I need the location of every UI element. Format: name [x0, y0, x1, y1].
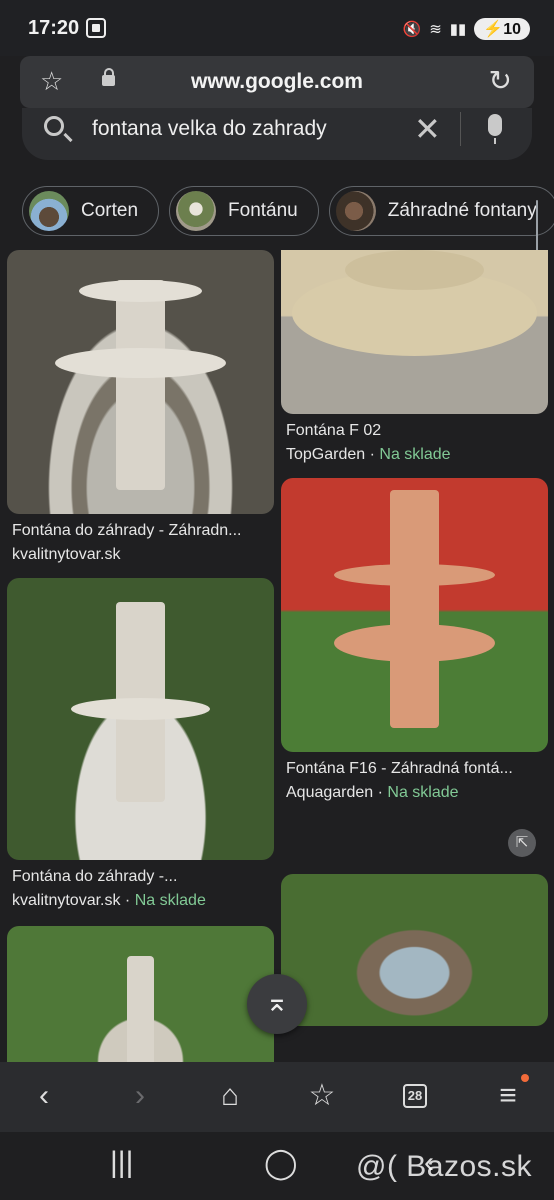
image-results-grid: Fontána do záhrady - Záhradn... kvalitny… — [0, 250, 554, 1062]
result-source: kvalitnytovar.sk · Na sklade — [12, 892, 206, 909]
chip-thumbnail — [29, 191, 69, 231]
result-image[interactable] — [7, 926, 274, 1062]
recent-apps-icon[interactable]: ||| — [110, 1146, 133, 1180]
clear-search-icon[interactable]: ✕ — [414, 110, 441, 148]
watermark: @( Bazos.sk — [356, 1150, 532, 1183]
result-title[interactable]: Fontána F16 - Záhradná fontá... — [286, 760, 548, 778]
url-text[interactable]: www.google.com — [20, 70, 534, 94]
status-bar: 17:20 🔇 ≋ ▮▮ ⚡10 — [0, 0, 554, 56]
chip-thumbnail — [176, 191, 217, 231]
chip-corten[interactable]: Corten — [22, 186, 160, 236]
result-image[interactable] — [7, 250, 274, 514]
chip-label: Fontánu — [228, 200, 298, 221]
chip-label: Záhradné fontany — [387, 200, 537, 221]
result-title[interactable]: Fontána F 02 — [286, 422, 548, 440]
address-bar[interactable]: ☆ www.google.com ↻ — [20, 56, 534, 108]
scroll-to-top-button[interactable]: ⌅ — [247, 974, 307, 1034]
notification-dot — [521, 1074, 529, 1082]
chip-label: Corten — [81, 200, 139, 221]
chip-fontanu[interactable]: Fontánu — [169, 186, 319, 236]
wifi-icon: ≋ — [429, 21, 442, 38]
forward-icon[interactable]: › — [118, 1074, 162, 1118]
result-source: TopGarden · Na sklade — [286, 446, 451, 463]
related-search-chips: Corten Fontánu Záhradné fontany — [22, 186, 554, 238]
result-image[interactable] — [7, 578, 274, 860]
result-image[interactable] — [281, 250, 548, 414]
search-icon[interactable] — [44, 116, 64, 136]
result-title[interactable]: Fontána do záhrady - Záhradn... — [12, 522, 270, 540]
result-image[interactable] — [281, 874, 548, 1026]
chip-zahradne-fontany[interactable]: Záhradné fontany — [328, 186, 554, 236]
stock-badge: Na sklade — [387, 784, 459, 801]
microphone-icon[interactable] — [488, 114, 502, 144]
search-divider — [460, 112, 461, 146]
reload-icon[interactable]: ↻ — [489, 67, 512, 95]
result-title[interactable]: Fontána do záhrady -... — [12, 868, 270, 886]
status-icons: 🔇 ≋ ▮▮ ⚡10 — [402, 18, 530, 40]
screenshot-icon — [86, 18, 106, 38]
status-time: 17:20 — [28, 17, 80, 39]
external-link-icon[interactable]: ⇱ — [508, 829, 536, 857]
stock-badge: Na sklade — [134, 892, 206, 909]
chip-thumbnail — [335, 191, 376, 231]
result-image[interactable] — [281, 478, 548, 752]
back-icon[interactable]: ‹ — [22, 1074, 66, 1118]
result-source: kvalitnytovar.sk — [12, 546, 121, 563]
browser-toolbar: ‹ › ⌂ ☆ ≡ — [0, 1062, 554, 1132]
search-query[interactable]: fontana velka do zahrady — [92, 117, 327, 141]
mute-icon: 🔇 — [402, 21, 422, 38]
bookmarks-icon[interactable]: ☆ — [300, 1074, 344, 1118]
tabs-button[interactable]: 28 — [403, 1084, 427, 1108]
home-nav-icon[interactable]: ◯ — [264, 1146, 298, 1181]
search-box[interactable]: fontana velka do zahrady ✕ — [22, 108, 532, 160]
battery-level: ⚡10 — [474, 18, 530, 40]
home-icon[interactable]: ⌂ — [208, 1074, 252, 1118]
result-source: Aquagarden · Na sklade — [286, 784, 459, 801]
signal-icon: ▮▮ — [449, 21, 467, 38]
stock-badge: Na sklade — [379, 446, 451, 463]
